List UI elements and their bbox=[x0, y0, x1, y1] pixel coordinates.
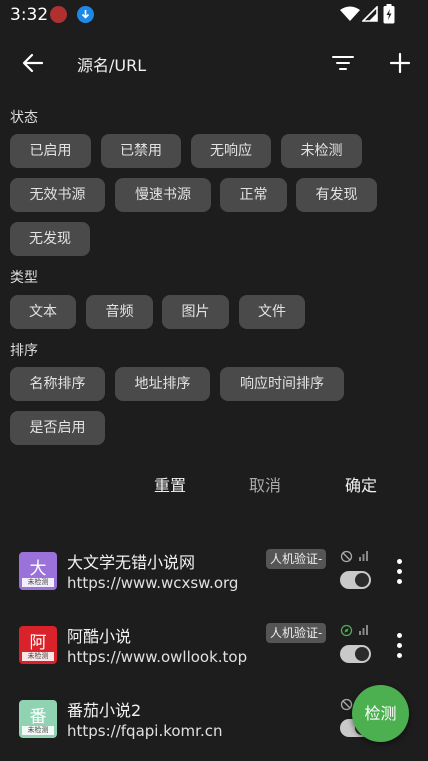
add-button[interactable] bbox=[385, 48, 415, 78]
enable-toggle[interactable] bbox=[340, 571, 371, 589]
disabled-status-icon bbox=[340, 550, 353, 563]
wifi-icon bbox=[340, 6, 360, 21]
status-section-label: 状态 bbox=[10, 110, 38, 126]
list-item[interactable]: 阿 未检测 阿酷小说 https://www.owllook.top 人机验证- bbox=[0, 612, 428, 686]
plus-icon bbox=[389, 52, 411, 74]
source-url: https://www.owllook.top bbox=[67, 648, 248, 666]
more-options-button[interactable] bbox=[390, 558, 410, 586]
source-name: 番茄小说2 bbox=[67, 701, 142, 720]
battery-icon bbox=[383, 4, 395, 24]
arrow-left-icon bbox=[22, 53, 44, 73]
chip-audio[interactable]: 音频 bbox=[86, 295, 153, 329]
chip-slow-source[interactable]: 慢速书源 bbox=[115, 178, 211, 212]
signal-bars-icon bbox=[359, 625, 368, 635]
chip-file[interactable]: 文件 bbox=[239, 295, 305, 329]
list-item[interactable]: 大 未检测 大文学无错小说网 https://www.wcxsw.org 人机验… bbox=[0, 538, 428, 612]
source-name: 阿酷小说 bbox=[67, 627, 132, 646]
sort-section-label: 排序 bbox=[10, 343, 38, 359]
source-tag: 人机验证- bbox=[266, 549, 327, 569]
reset-button[interactable]: 重置 bbox=[154, 472, 186, 496]
source-icon: 阿 未检测 bbox=[19, 626, 57, 664]
chip-has-discovery[interactable]: 有发现 bbox=[296, 178, 377, 212]
chip-sort-url[interactable]: 地址排序 bbox=[115, 367, 210, 401]
signal-icon bbox=[362, 6, 378, 22]
filter-icon bbox=[332, 56, 354, 70]
source-icon: 番 未检测 bbox=[19, 700, 57, 738]
chip-sort-name[interactable]: 名称排序 bbox=[10, 367, 105, 401]
type-section-label: 类型 bbox=[10, 270, 38, 286]
status-bar: 3:32 bbox=[0, 0, 428, 30]
status-badge: 未检测 bbox=[22, 726, 54, 735]
chip-enabled[interactable]: 已启用 bbox=[10, 134, 91, 168]
more-options-button[interactable] bbox=[390, 632, 410, 660]
source-icon: 大 未检测 bbox=[19, 552, 57, 590]
chip-sort-response-time[interactable]: 响应时间排序 bbox=[220, 367, 344, 401]
source-name: 大文学无错小说网 bbox=[67, 553, 196, 572]
chip-sort-enabled[interactable]: 是否启用 bbox=[10, 411, 105, 445]
cancel-button[interactable]: 取消 bbox=[249, 472, 281, 496]
chip-normal[interactable]: 正常 bbox=[220, 178, 287, 212]
back-button[interactable] bbox=[18, 48, 48, 78]
source-url: https://www.wcxsw.org bbox=[67, 574, 239, 592]
chip-invalid-source[interactable]: 无效书源 bbox=[10, 178, 105, 212]
chip-no-response[interactable]: 无响应 bbox=[191, 134, 271, 168]
status-badge: 未检测 bbox=[22, 578, 54, 587]
page-title: 源名/URL bbox=[77, 56, 147, 75]
toolbar: 源名/URL bbox=[0, 36, 428, 88]
signal-bars-icon bbox=[359, 551, 368, 561]
source-tag: 人机验证- bbox=[266, 623, 327, 643]
filter-button[interactable] bbox=[328, 48, 358, 78]
chip-no-discovery[interactable]: 无发现 bbox=[10, 222, 90, 256]
disabled-status-icon bbox=[340, 698, 353, 711]
status-badge: 未检测 bbox=[22, 652, 54, 661]
status-time: 3:32 bbox=[10, 5, 49, 25]
enable-toggle[interactable] bbox=[340, 645, 371, 663]
app-notification-icon bbox=[50, 6, 67, 23]
compass-status-icon bbox=[340, 624, 353, 637]
source-url: https://fqapi.komr.cn bbox=[67, 722, 223, 740]
chip-image[interactable]: 图片 bbox=[162, 295, 229, 329]
chip-not-tested[interactable]: 未检测 bbox=[281, 134, 362, 168]
check-sources-button[interactable]: 检测 bbox=[352, 685, 409, 742]
chip-text[interactable]: 文本 bbox=[10, 295, 76, 329]
chip-disabled[interactable]: 已禁用 bbox=[101, 134, 181, 168]
download-notification-icon bbox=[77, 6, 94, 23]
confirm-button[interactable]: 确定 bbox=[345, 472, 377, 496]
